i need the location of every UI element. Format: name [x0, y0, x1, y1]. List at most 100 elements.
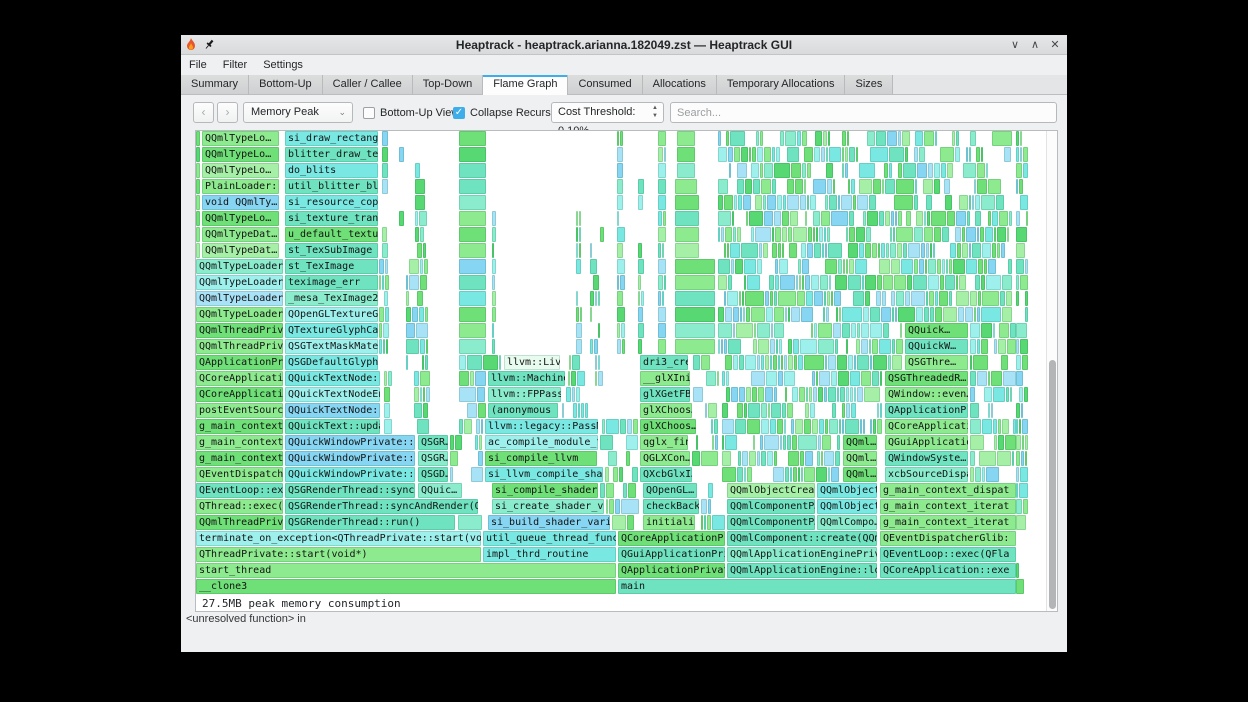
- flame-cell-fill[interactable]: [914, 227, 923, 242]
- flame-cell-fill[interactable]: [749, 451, 756, 466]
- flame-cell-fill[interactable]: [566, 387, 571, 402]
- flame-cell-fill[interactable]: [738, 451, 741, 466]
- flame-cell-fill[interactable]: [422, 355, 424, 370]
- flame-cell-fill[interactable]: [677, 147, 695, 162]
- flame-cell-fill[interactable]: [658, 131, 666, 146]
- flame-cell-fill[interactable]: [1016, 323, 1027, 338]
- flame-cell-fill[interactable]: [804, 355, 824, 370]
- flame-cell-fill[interactable]: [751, 307, 765, 322]
- flame-cell-fill[interactable]: [718, 211, 731, 226]
- flame-cell-fill[interactable]: [977, 179, 987, 194]
- flame-cell-fill[interactable]: [838, 259, 842, 274]
- flame-cell-fill[interactable]: [617, 243, 623, 258]
- flame-cell-fill[interactable]: [813, 179, 826, 194]
- flame-cell-fill[interactable]: [409, 275, 419, 290]
- flame-cell-fill[interactable]: [622, 339, 625, 354]
- flame-cell-fill[interactable]: [988, 403, 990, 418]
- flame-cell[interactable]: QApplicationPriv…: [196, 355, 283, 370]
- flame-cell[interactable]: QQuickWindowPrivate::upd…: [285, 451, 415, 466]
- flame-cell-fill[interactable]: [870, 419, 872, 434]
- flame-cell-fill[interactable]: [746, 211, 748, 226]
- flame-cell-fill[interactable]: [981, 323, 992, 338]
- flame-cell-fill[interactable]: [819, 227, 823, 242]
- flame-cell-fill[interactable]: [956, 275, 958, 290]
- flame-cell-fill[interactable]: [415, 211, 418, 226]
- flame-cell-fill[interactable]: [807, 243, 813, 258]
- flame-cell-fill[interactable]: [722, 467, 736, 482]
- flame-cell-fill[interactable]: [952, 131, 955, 146]
- flame-cell-fill[interactable]: [903, 163, 916, 178]
- flame-cell-fill[interactable]: [602, 419, 605, 434]
- flame-cell-fill[interactable]: [1016, 275, 1019, 290]
- flame-cell-fill[interactable]: [467, 403, 477, 418]
- flame-cell-fill[interactable]: [595, 291, 597, 306]
- flame-cell-fill[interactable]: [459, 323, 486, 338]
- flame-cell-fill[interactable]: [585, 403, 588, 418]
- flame-cell-fill[interactable]: [782, 211, 789, 226]
- flame-cell-fill[interactable]: [939, 291, 948, 306]
- flame-cell-fill[interactable]: [722, 451, 731, 466]
- flame-cell-fill[interactable]: [877, 419, 882, 434]
- flame-cell-fill[interactable]: [382, 179, 388, 194]
- flame-cell[interactable]: si_llvm_compile_shad: [485, 467, 603, 482]
- flame-cell-fill[interactable]: [863, 307, 869, 322]
- flame-cell-fill[interactable]: [385, 259, 388, 274]
- flame-cell-fill[interactable]: [896, 339, 903, 354]
- flame-cell-fill[interactable]: [196, 147, 200, 162]
- flame-cell-fill[interactable]: [888, 355, 891, 370]
- flame-cell-fill[interactable]: [838, 371, 849, 386]
- tab-temporary-allocations[interactable]: Temporary Allocations: [717, 75, 846, 95]
- flame-cell-fill[interactable]: [708, 483, 713, 498]
- flame-cell-fill[interactable]: [590, 259, 597, 274]
- flame-cell-fill[interactable]: [1026, 211, 1028, 226]
- flame-cell[interactable]: PlainLoader:: [202, 179, 279, 194]
- flame-cell[interactable]: si_build_shader_varian: [488, 515, 610, 530]
- flame-cell-fill[interactable]: [617, 179, 623, 194]
- flame-cell-fill[interactable]: [837, 387, 839, 402]
- flame-cell-fill[interactable]: [450, 451, 458, 466]
- flame-cell-fill[interactable]: [935, 131, 937, 146]
- flame-cell[interactable]: QQmlTypeLoaderT…: [196, 307, 283, 322]
- flame-cell-fill[interactable]: [765, 387, 773, 402]
- flame-cell-fill[interactable]: [988, 371, 990, 386]
- flame-cell-fill[interactable]: [781, 355, 783, 370]
- flame-cell-fill[interactable]: [196, 179, 200, 194]
- flame-cell-fill[interactable]: [967, 211, 970, 226]
- flame-cell-fill[interactable]: [459, 419, 463, 434]
- flame-cell-fill[interactable]: [903, 243, 907, 258]
- flame-cell-fill[interactable]: [385, 275, 389, 290]
- flame-cell-fill[interactable]: [379, 307, 384, 322]
- flame-cell[interactable]: blitter_draw_tex: [285, 147, 378, 162]
- flame-cell-fill[interactable]: [958, 307, 964, 322]
- flame-cell-fill[interactable]: [814, 243, 821, 258]
- flame-cell-fill[interactable]: [856, 147, 858, 162]
- flame-cell-fill[interactable]: [848, 243, 858, 258]
- flame-cell-fill[interactable]: [420, 275, 427, 290]
- flame-cell-fill[interactable]: [638, 243, 642, 258]
- view-mode-select[interactable]: Memory Peak ⌄: [243, 102, 353, 123]
- flame-cell-fill[interactable]: [1016, 339, 1019, 354]
- flame-cell-fill[interactable]: [459, 227, 486, 242]
- flame-cell-fill[interactable]: [772, 227, 774, 242]
- flame-cell[interactable]: QQmlThreadPrivat…: [196, 515, 283, 530]
- flame-cell-fill[interactable]: [766, 307, 773, 322]
- flame-cell-fill[interactable]: [573, 403, 577, 418]
- flame-cell-fill[interactable]: [467, 355, 482, 370]
- flame-cell-fill[interactable]: [423, 243, 426, 258]
- flame-cell-fill[interactable]: [662, 243, 664, 258]
- flame-cell-fill[interactable]: [412, 307, 418, 322]
- flame-cell-fill[interactable]: [658, 179, 666, 194]
- flame-cell-fill[interactable]: [675, 307, 715, 322]
- flame-cell-fill[interactable]: [779, 339, 782, 354]
- flame-cell-fill[interactable]: [598, 323, 600, 338]
- flame-cell-fill[interactable]: [617, 147, 623, 162]
- flame-cell-fill[interactable]: [770, 339, 775, 354]
- flame-cell-fill[interactable]: [1016, 179, 1018, 194]
- flame-cell-fill[interactable]: [826, 163, 833, 178]
- flame-cell-fill[interactable]: [1020, 339, 1028, 354]
- flame-cell-fill[interactable]: [419, 307, 424, 322]
- flame-cell-fill[interactable]: [870, 323, 882, 338]
- flame-cell-fill[interactable]: [931, 211, 946, 226]
- flame-cell-fill[interactable]: [816, 227, 818, 242]
- flame-cell-fill[interactable]: [608, 451, 617, 466]
